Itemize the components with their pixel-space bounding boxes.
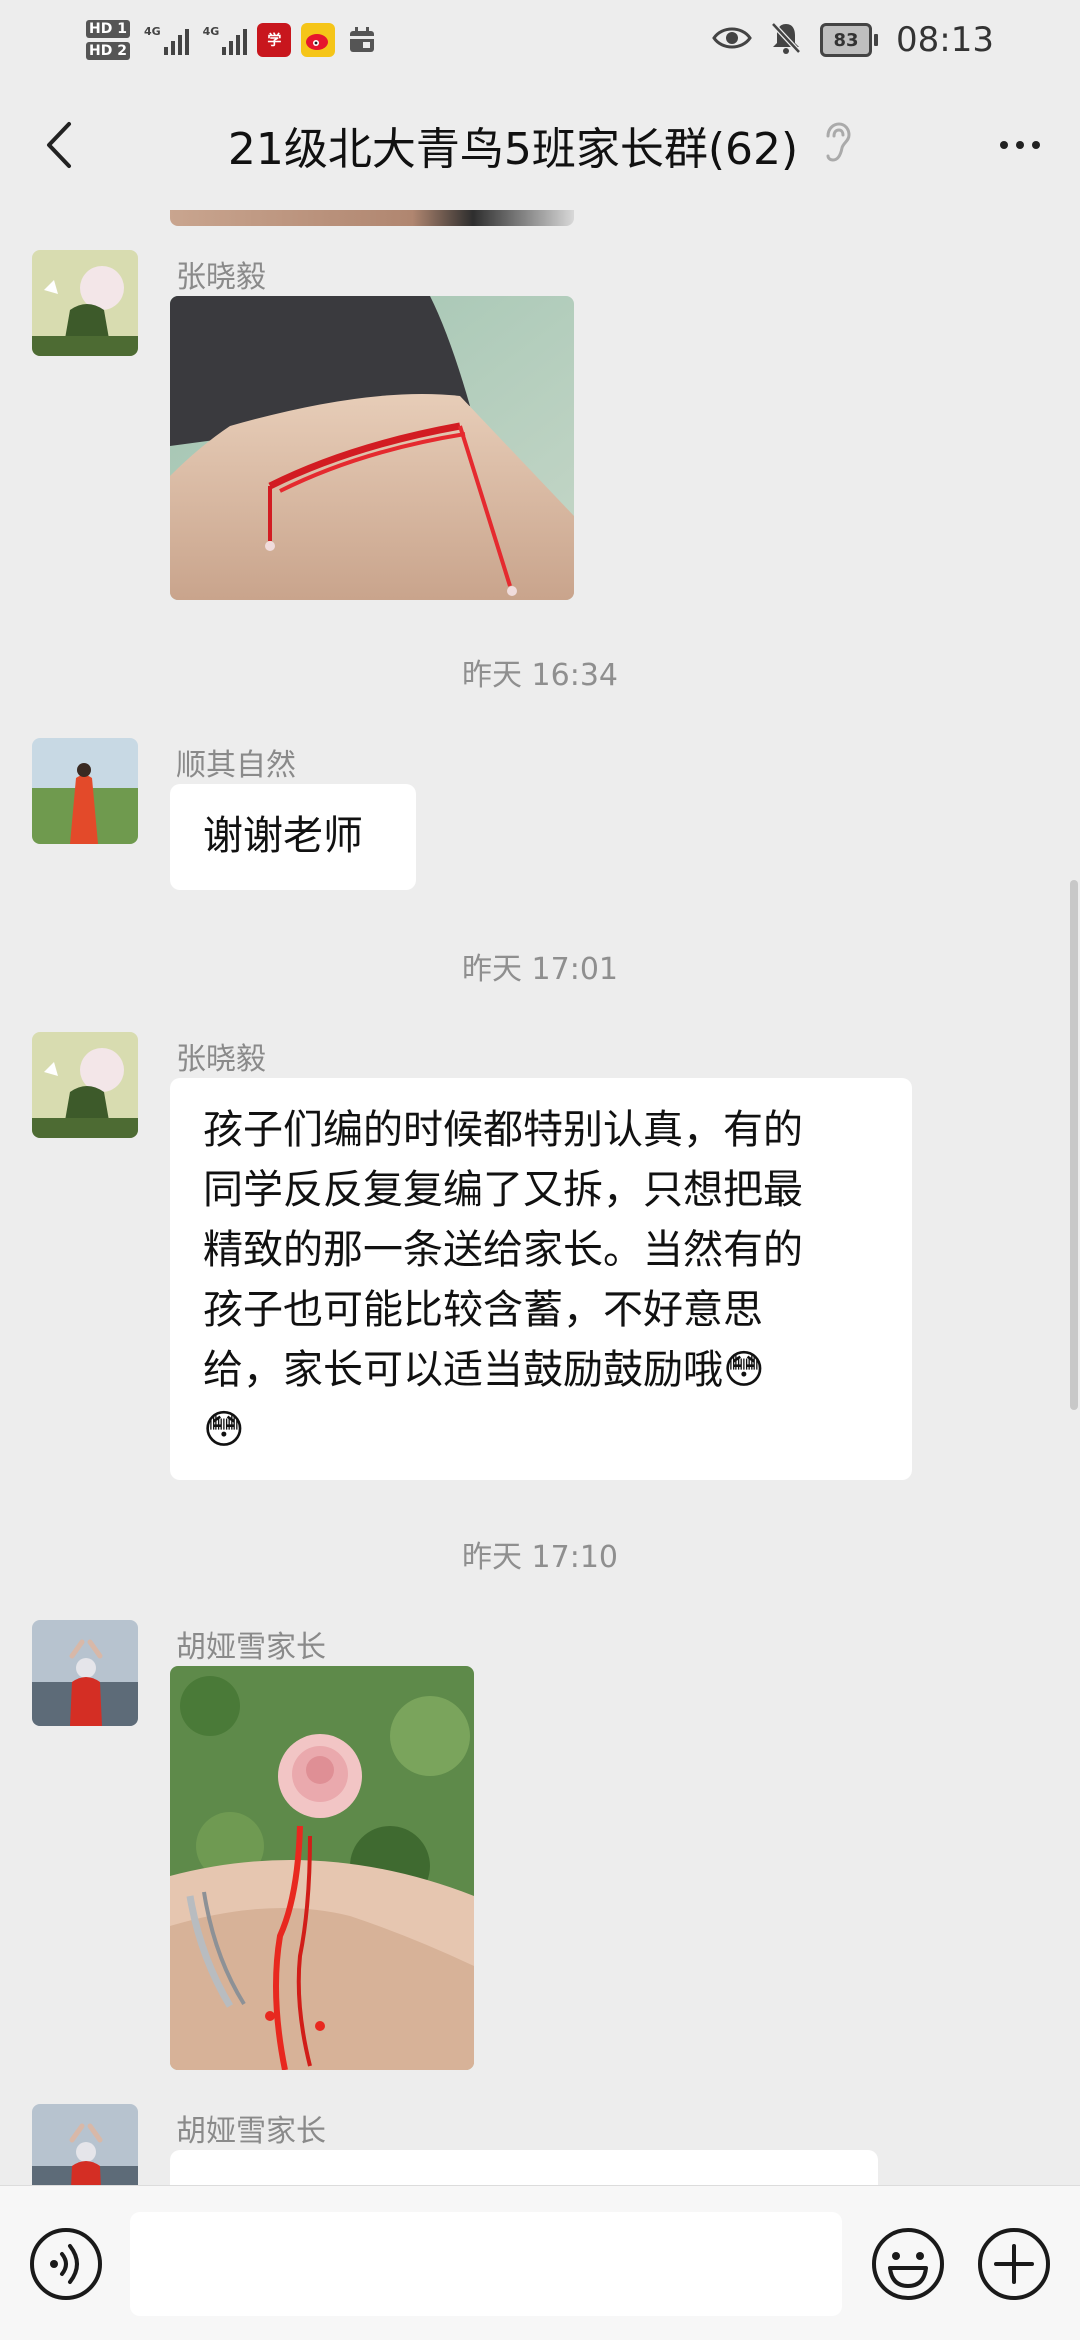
mute-bell-icon [770, 21, 802, 59]
message-line: 给，家长可以适当鼓励鼓励哦😳 [203, 1347, 765, 1393]
ear-icon [824, 122, 852, 168]
eye-icon [712, 24, 752, 56]
voice-icon[interactable] [28, 2226, 104, 2302]
status-bar-left: HD 1 HD 2 4G 4G 学 [86, 12, 379, 68]
battery-icon: 83 [820, 23, 879, 57]
network-label-2: 4G [202, 25, 220, 38]
status-bar: HD 1 HD 2 4G 4G 学 83 08:13 [0, 0, 1080, 80]
hd-badge-2: HD 2 [86, 42, 130, 60]
sender-name: 张晓毅 [176, 1042, 266, 1077]
previous-image-message[interactable] [170, 210, 574, 226]
text-message-long[interactable]: 孩子们编的时候都特别认真，有的 同学反反复复编了又拆，只想把最 精致的那一条送给… [170, 1078, 912, 1480]
hd-badges: HD 1 HD 2 [86, 20, 130, 60]
message-line: 😳 [203, 1407, 245, 1453]
avatar-zhang-xiaoyi[interactable] [32, 1032, 138, 1138]
sender-name: 胡娅雪家长 [176, 2114, 326, 2149]
avatar-shun-qi-zi-ran[interactable] [32, 738, 138, 844]
chat-title-wrap: 21级北大青鸟5班家长群(62) [140, 80, 940, 210]
chat-input-bar [0, 2185, 1080, 2340]
hd-badge-1: HD 1 [86, 20, 130, 38]
xuexi-app-icon: 学 [257, 23, 292, 57]
sender-name: 顺其自然 [176, 748, 296, 783]
emoji-icon[interactable] [870, 2226, 946, 2302]
signal-icon-1: 4G [144, 25, 189, 55]
image-message-rose-bracelet[interactable] [170, 1666, 474, 2070]
text-message-partial[interactable] [170, 2150, 878, 2185]
avatar-zhang-xiaoyi[interactable] [32, 250, 138, 356]
more-dots-icon[interactable] [990, 115, 1050, 175]
timestamp: 昨天 17:10 [462, 1540, 618, 1575]
image-message-bracelet[interactable] [170, 296, 574, 600]
plus-icon[interactable] [976, 2226, 1052, 2302]
timestamp: 昨天 17:01 [462, 952, 618, 987]
weibo-icon [301, 23, 336, 57]
network-label-1: 4G [143, 25, 161, 38]
chat-title[interactable]: 21级北大青鸟5班家长群(62) [228, 113, 798, 177]
chevron-left-icon[interactable] [30, 115, 90, 175]
message-line: 精致的那一条送给家长。当然有的 [203, 1227, 803, 1273]
message-line: 孩子们编的时候都特别认真，有的 [203, 1107, 803, 1153]
chat-message-list[interactable]: 张晓毅 昨天 16:34 顺其自然 谢谢老师 昨天 17:01 张晓毅 孩子们编… [0, 210, 1080, 2185]
calendar-icon [345, 23, 379, 57]
text-message[interactable]: 谢谢老师 [170, 784, 416, 890]
avatar-hu-yaxue-parent[interactable] [32, 2104, 138, 2185]
sender-name: 胡娅雪家长 [176, 1630, 326, 1665]
chat-header: 21级北大青鸟5班家长群(62) [0, 80, 1080, 210]
message-input[interactable] [130, 2212, 842, 2316]
clock-time: 08:13 [896, 20, 994, 60]
sender-name: 张晓毅 [176, 260, 266, 295]
message-line: 孩子也可能比较含蓄，不好意思 [203, 1287, 763, 1333]
scrollbar[interactable] [1070, 880, 1078, 1410]
message-line: 同学反反复复编了又拆，只想把最 [203, 1167, 803, 1213]
avatar-hu-yaxue-parent[interactable] [32, 1620, 138, 1726]
status-bar-right: 83 08:13 [712, 14, 994, 66]
timestamp: 昨天 16:34 [462, 658, 618, 693]
battery-level: 83 [820, 23, 873, 57]
signal-icon-2: 4G [203, 25, 248, 55]
